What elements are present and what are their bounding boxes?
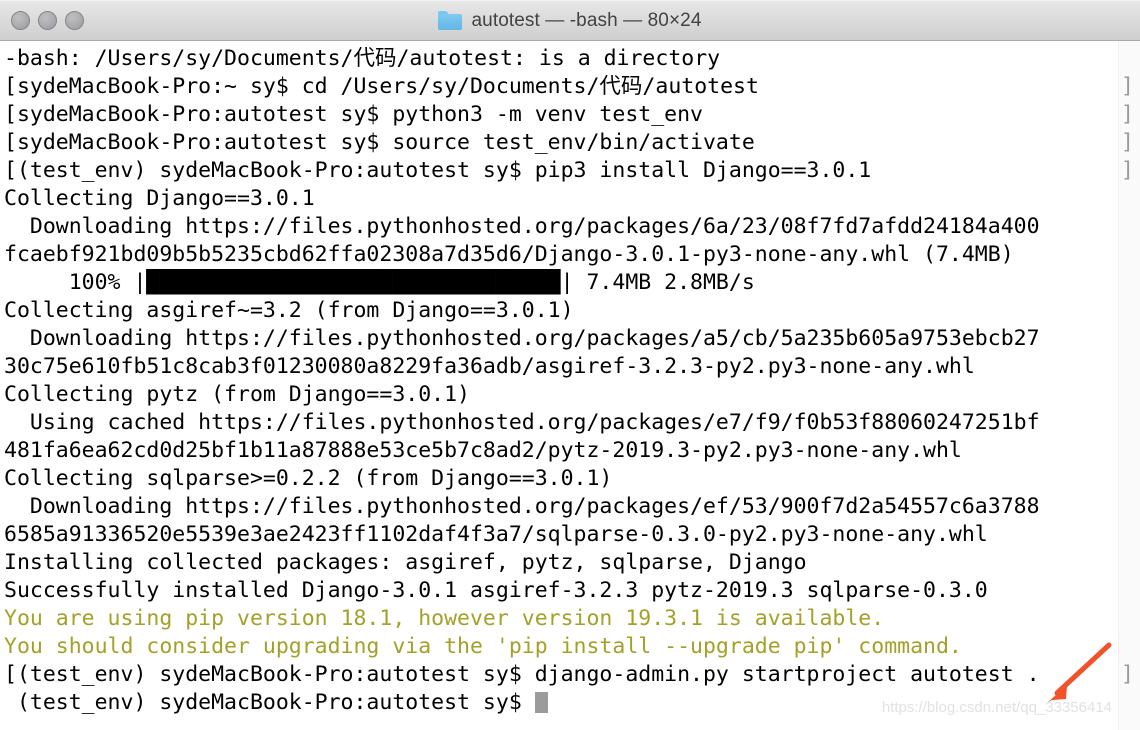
- terminal-line: Installing collected packages: asgiref, …: [0, 549, 1140, 577]
- terminal-line-text: Successfully installed Django-3.0.1 asgi…: [4, 578, 988, 603]
- terminal-line-text: fcaebf921bd09b5b5235cbd62ffa02308a7d35d6…: [4, 242, 1014, 267]
- terminal-window: autotest — -bash — 80×24 -bash: /Users/s…: [0, 0, 1140, 730]
- terminal-line: 6585a91336520e5539e3ae2423ff1102daf4f3a7…: [0, 521, 1140, 549]
- terminal-line: You should consider upgrading via the 'p…: [0, 633, 1140, 661]
- terminal-line-text: You should consider upgrading via the 'p…: [4, 634, 962, 659]
- terminal-line: fcaebf921bd09b5b5235cbd62ffa02308a7d35d6…: [0, 241, 1140, 269]
- terminal-line: Collecting Django==3.0.1: [0, 185, 1140, 213]
- terminal-line-text: Using cached https://files.pythonhosted.…: [4, 410, 1040, 435]
- terminal-line-text: [sydeMacBook-Pro:autotest sy$ python3 -m…: [4, 102, 703, 127]
- terminal-line-text: Downloading https://files.pythonhosted.o…: [4, 214, 1040, 239]
- traffic-light-group: [11, 10, 84, 30]
- line-end-bracket: ]: [1121, 158, 1134, 183]
- terminal-line-text: 6585a91336520e5539e3ae2423ff1102daf4f3a7…: [4, 522, 988, 547]
- terminal-line-text: Collecting pytz (from Django==3.0.1): [4, 382, 470, 407]
- close-button[interactable]: [11, 10, 30, 30]
- zoom-button[interactable]: [65, 10, 84, 30]
- terminal-line: [sydeMacBook-Pro:~ sy$ cd /Users/sy/Docu…: [0, 73, 1140, 101]
- terminal-line: -bash: /Users/sy/Documents/代码/autotest: …: [0, 45, 1140, 73]
- terminal-line: Collecting pytz (from Django==3.0.1): [0, 381, 1140, 409]
- terminal-line: Downloading https://files.pythonhosted.o…: [0, 213, 1140, 241]
- terminal-line-text: 100% |████████████████████████████████| …: [4, 270, 755, 295]
- terminal-line-text: [sydeMacBook-Pro:autotest sy$ source tes…: [4, 130, 755, 155]
- terminal-line: Collecting sqlparse>=0.2.2 (from Django=…: [0, 465, 1140, 493]
- terminal-line: Downloading https://files.pythonhosted.o…: [0, 493, 1140, 521]
- window-title: autotest — -bash — 80×24: [471, 9, 702, 31]
- terminal-line-text: Collecting Django==3.0.1: [4, 186, 315, 211]
- terminal-line: Successfully installed Django-3.0.1 asgi…: [0, 577, 1140, 605]
- terminal-line: Collecting asgiref~=3.2 (from Django==3.…: [0, 297, 1140, 325]
- line-end-bracket: ]: [1121, 102, 1134, 127]
- terminal-line: 100% |████████████████████████████████| …: [0, 269, 1140, 297]
- terminal-line-text: 481fa6ea62cd0d25bf1b11a87888e53ce5b7c8ad…: [4, 438, 962, 463]
- terminal-line-text: Downloading https://files.pythonhosted.o…: [4, 494, 1040, 519]
- terminal-line: Using cached https://files.pythonhosted.…: [0, 409, 1140, 437]
- folder-icon: [438, 11, 463, 30]
- terminal-line: [sydeMacBook-Pro:autotest sy$ source tes…: [0, 129, 1140, 157]
- line-end-bracket: ]: [1121, 74, 1134, 99]
- terminal-line: 481fa6ea62cd0d25bf1b11a87888e53ce5b7c8ad…: [0, 437, 1140, 465]
- line-end-bracket: ]: [1121, 130, 1134, 155]
- terminal-line-text: You are using pip version 18.1, however …: [4, 606, 885, 631]
- window-title-group: autotest — -bash — 80×24: [0, 0, 1140, 41]
- watermark-text: https://blog.csdn.net/qq_33356414: [881, 699, 1112, 716]
- terminal-line-text: -bash: /Users/sy/Documents/代码/autotest: …: [4, 46, 721, 71]
- line-end-bracket: ]: [1121, 662, 1134, 687]
- terminal-line-text: [(test_env) sydeMacBook-Pro:autotest sy$…: [4, 158, 872, 183]
- terminal-line: 30c75e610fb51c8cab3f01230080a8229fa36adb…: [0, 353, 1140, 381]
- terminal-line: [(test_env) sydeMacBook-Pro:autotest sy$…: [0, 661, 1140, 689]
- terminal-body[interactable]: -bash: /Users/sy/Documents/代码/autotest: …: [0, 41, 1140, 730]
- terminal-line: [(test_env) sydeMacBook-Pro:autotest sy$…: [0, 157, 1140, 185]
- terminal-screen: -bash: /Users/sy/Documents/代码/autotest: …: [0, 41, 1140, 717]
- terminal-line: [sydeMacBook-Pro:autotest sy$ python3 -m…: [0, 101, 1140, 129]
- terminal-line-text: Collecting sqlparse>=0.2.2 (from Django=…: [4, 466, 613, 491]
- terminal-line-text: [sydeMacBook-Pro:~ sy$ cd /Users/sy/Docu…: [4, 74, 759, 99]
- minimize-button[interactable]: [38, 10, 57, 30]
- window-titlebar[interactable]: autotest — -bash — 80×24: [0, 0, 1140, 41]
- terminal-line: Downloading https://files.pythonhosted.o…: [0, 325, 1140, 353]
- terminal-line-text: Installing collected packages: asgiref, …: [4, 550, 807, 575]
- terminal-line: You are using pip version 18.1, however …: [0, 605, 1140, 633]
- terminal-line-text: 30c75e610fb51c8cab3f01230080a8229fa36adb…: [4, 354, 975, 379]
- terminal-line-text: [(test_env) sydeMacBook-Pro:autotest sy$…: [4, 662, 1040, 687]
- terminal-line-text: Downloading https://files.pythonhosted.o…: [4, 326, 1040, 351]
- terminal-line-text: Collecting asgiref~=3.2 (from Django==3.…: [4, 298, 574, 323]
- text-cursor: [534, 692, 548, 713]
- terminal-line-text: (test_env) sydeMacBook-Pro:autotest sy$: [4, 690, 535, 715]
